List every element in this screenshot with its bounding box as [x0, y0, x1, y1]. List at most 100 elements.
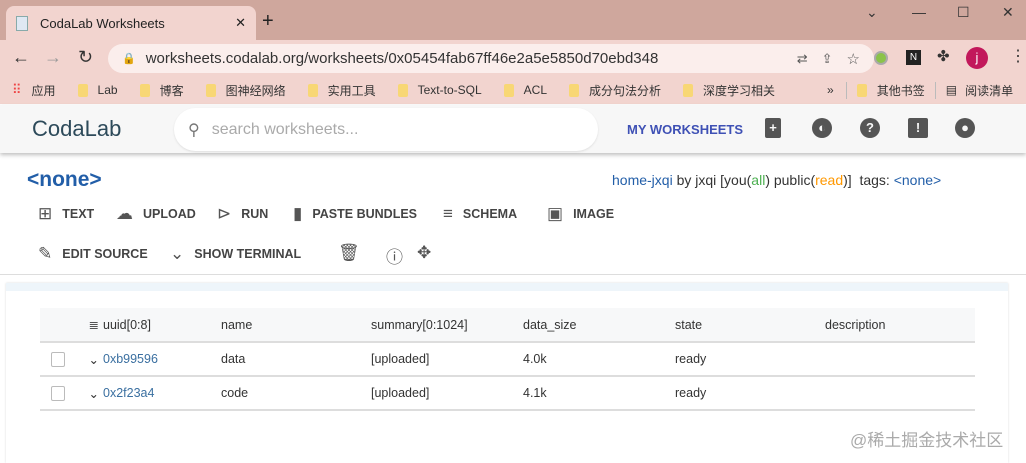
button-label: PASTE BUNDLES	[312, 207, 417, 221]
new-tab-button[interactable]: +	[262, 10, 274, 33]
browser-tab[interactable]: CodaLab Worksheets ✕	[6, 6, 256, 40]
edit-source-button[interactable]: ✎ EDIT SOURCE	[38, 244, 148, 264]
feedback-icon[interactable]: !	[908, 118, 928, 138]
add-image-icon: ▣	[547, 204, 564, 223]
bundle-state: ready	[675, 352, 707, 366]
search-icon: ⚲	[188, 121, 200, 139]
search-input[interactable]: ⚲ search worksheets...	[174, 108, 598, 151]
worksheet-meta: home-jxqi by jxqi [you(all) public(read)…	[612, 172, 941, 188]
close-window-button[interactable]: ✕	[1002, 4, 1014, 21]
address-bar[interactable]: 🔒 worksheets.codalab.org/worksheets/0x054…	[108, 44, 874, 73]
bookmark-label: 阅读清单	[965, 83, 1014, 98]
help-icon[interactable]: ?	[860, 118, 880, 138]
paste-file-icon: ▮	[293, 204, 303, 223]
reload-icon[interactable]: ↻	[78, 47, 93, 68]
bundle-name: code	[221, 386, 249, 400]
globe-icon[interactable]: ◐	[812, 118, 832, 138]
bundle-uuid-link[interactable]: 0xb99596	[103, 352, 221, 366]
close-tab-icon[interactable]: ✕	[235, 15, 246, 31]
notion-extension-icon[interactable]: N	[906, 50, 921, 65]
bookmark-folder[interactable]: Text-to-SQL	[397, 83, 482, 97]
bookmark-label: Lab	[97, 83, 118, 97]
folder-icon	[683, 83, 694, 97]
bundle-uuid-link[interactable]: 0x2f23a4	[103, 386, 221, 400]
move-button[interactable]: ✥	[417, 243, 441, 263]
search-placeholder: search worksheets...	[211, 120, 359, 138]
url-text: worksheets.codalab.org/worksheets/0x0545…	[145, 50, 659, 67]
add-box-icon: ⊞	[38, 204, 53, 223]
reading-list[interactable]: ▤ 阅读清单	[934, 81, 1014, 99]
bookmark-label: 实用工具	[327, 83, 376, 98]
folder-icon	[139, 83, 150, 97]
codalab-logo[interactable]: CodaLab	[32, 116, 121, 142]
owner-permission: all	[751, 172, 766, 188]
bookmark-folder[interactable]: ACL	[503, 83, 547, 97]
run-button[interactable]: ⊳ RUN	[217, 204, 268, 224]
bookmark-folder[interactable]: 实用工具	[307, 82, 376, 99]
other-bookmarks[interactable]: 其他书签	[845, 81, 925, 99]
bookmark-folder[interactable]: 博客	[139, 82, 184, 99]
my-worksheets-button[interactable]: MY WORKSHEETS	[627, 122, 743, 137]
image-button[interactable]: ▣ IMAGE	[547, 204, 614, 224]
chevron-down-icon: ⌄	[170, 244, 185, 263]
add-text-button[interactable]: ⊞ TEXT	[38, 204, 94, 224]
share-icon[interactable]: ⇪	[822, 51, 833, 67]
forward-icon[interactable]: →	[44, 47, 62, 68]
column-menu-icon[interactable]: ≣	[40, 317, 103, 332]
folder-icon	[569, 83, 579, 97]
button-label: SHOW TERMINAL	[194, 247, 302, 261]
row-checkbox[interactable]	[50, 385, 65, 401]
schema-button[interactable]: ≡ SCHEMA	[443, 204, 517, 224]
account-icon[interactable]: ●	[955, 118, 975, 138]
worksheet-tags[interactable]: <none>	[894, 172, 942, 188]
button-label: UPLOAD	[143, 207, 196, 221]
bookmark-folder[interactable]: 图神经网络	[205, 82, 286, 99]
new-worksheet-icon[interactable]: +	[765, 118, 781, 138]
bookmark-label: Text-to-SQL	[417, 83, 482, 97]
back-icon[interactable]: ←	[12, 47, 30, 68]
button-label: EDIT SOURCE	[62, 247, 148, 261]
extensions-puzzle-icon[interactable]: ✤	[937, 47, 950, 65]
bookmark-folder[interactable]: 成分句法分析	[569, 82, 661, 99]
more-bookmarks-button[interactable]: »	[827, 83, 834, 97]
paste-bundles-button[interactable]: ▮ PASTE BUNDLES	[293, 204, 417, 224]
bookmark-star-icon[interactable]: ☆	[847, 50, 860, 68]
reading-list-icon: ▤	[945, 83, 958, 97]
upload-button[interactable]: ☁ UPLOAD	[116, 204, 196, 224]
tab-title: CodaLab Worksheets	[40, 15, 165, 31]
column-header: summary[0:1024]	[371, 317, 468, 332]
profile-avatar[interactable]: j	[966, 47, 988, 69]
bundle-summary: [uploaded]	[371, 352, 430, 366]
bookmark-apps[interactable]: ⠿ 应用	[12, 82, 56, 99]
column-header: name	[221, 317, 253, 332]
minimize-button[interactable]: —	[912, 4, 926, 20]
expand-chevron-icon[interactable]: ⌄	[89, 386, 99, 401]
browser-menu-icon[interactable]: ⋮	[1010, 46, 1026, 66]
bookmark-label: 图神经网络	[225, 83, 286, 98]
bookmark-label: 博客	[159, 83, 184, 98]
extension-icon[interactable]	[874, 51, 888, 65]
table-row[interactable]: ⌄ 0xb99596 data [uploaded] 4.0k ready	[40, 343, 975, 377]
folder-icon	[77, 83, 88, 97]
info-button[interactable]: ⓘ	[386, 243, 413, 268]
pencil-icon: ✎	[38, 244, 53, 263]
worksheet-title[interactable]: <none>	[27, 168, 102, 192]
row-checkbox[interactable]	[50, 351, 65, 367]
translate-icon[interactable]: ⇄	[797, 51, 808, 67]
show-terminal-button[interactable]: ⌄ SHOW TERMINAL	[170, 244, 301, 264]
bookmark-folder[interactable]: 深度学习相关	[683, 82, 775, 99]
play-circle-icon: ⊳	[217, 204, 232, 223]
bundle-size: 4.0k	[523, 352, 547, 366]
bookmark-folder[interactable]: Lab	[77, 83, 118, 97]
folder-icon	[503, 83, 514, 97]
expand-chevron-icon[interactable]: ⌄	[89, 352, 99, 367]
maximize-button[interactable]: ☐	[957, 4, 970, 21]
lock-icon: 🔒	[122, 53, 136, 65]
delete-button[interactable]: 🗑	[338, 243, 370, 263]
worksheet-name[interactable]: home-jxqi	[612, 172, 673, 188]
table-row[interactable]: ⌄ 0x2f23a4 code [uploaded] 4.1k ready	[40, 377, 975, 411]
folder-icon	[397, 83, 408, 97]
tab-search-icon[interactable]: ⌄	[866, 4, 878, 21]
bookmark-label: 深度学习相关	[703, 83, 776, 98]
move-arrows-icon: ✥	[417, 243, 432, 262]
